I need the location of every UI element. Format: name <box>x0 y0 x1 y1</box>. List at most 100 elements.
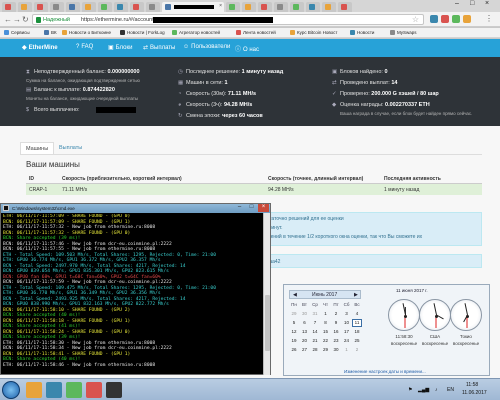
browser-tab[interactable]: × <box>82 2 96 12</box>
browser-tab[interactable]: × <box>114 2 128 12</box>
browser-tab[interactable]: × <box>338 2 352 12</box>
calendar-day[interactable]: 30 <box>300 310 310 318</box>
browser-tab[interactable]: × <box>226 2 240 12</box>
bookmark-star-icon[interactable]: ☆ <box>412 15 419 24</box>
calendar-day[interactable]: 9 <box>331 319 341 327</box>
calendar-day[interactable]: 20 <box>300 337 310 345</box>
extension-icon[interactable] <box>430 15 438 23</box>
nav-faq[interactable]: ? FAQ <box>76 44 93 50</box>
calendar-day[interactable]: 13 <box>300 328 310 336</box>
maximize-icon[interactable]: □ <box>470 0 474 7</box>
close-window-icon[interactable]: × <box>485 0 489 7</box>
calendar-day[interactable]: 3 <box>342 310 352 318</box>
bookmark-item[interactable]: Новости <box>350 30 374 35</box>
calendar-day[interactable]: 29 <box>321 346 331 354</box>
table-row[interactable]: CRAP-1 71.11 MH/s 94.28 MH/s 1 минуту на… <box>26 184 482 195</box>
taskbar-app-icon[interactable] <box>66 382 82 398</box>
browser-tab[interactable]: × <box>66 2 80 12</box>
maximize-icon[interactable]: □ <box>246 204 257 212</box>
cmd-window[interactable]: C:\Windows\system32\cmd.exe – □ × ETH: 0… <box>0 203 271 375</box>
close-icon[interactable]: × <box>258 204 269 212</box>
calendar-day[interactable]: 14 <box>310 328 320 336</box>
bookmark-item[interactable]: Лента новостей <box>236 30 276 35</box>
start-button[interactable] <box>2 381 20 399</box>
nav-blocks[interactable]: ▣ Блоки <box>108 44 132 51</box>
calendar-day[interactable]: 21 <box>310 337 320 345</box>
calendar-day[interactable]: 15 <box>321 328 331 336</box>
close-tab-icon[interactable]: × <box>219 3 222 9</box>
browser-tab[interactable]: × <box>322 2 336 12</box>
browser-tab[interactable]: × <box>258 2 272 12</box>
taskbar-app-icon[interactable] <box>26 382 42 398</box>
nav-users[interactable]: ☺ Пользователи <box>183 44 230 50</box>
network-icon[interactable]: ▂▄▆ <box>418 387 429 393</box>
taskbar-app-icon[interactable] <box>86 382 102 398</box>
extension-icon[interactable] <box>452 15 460 23</box>
calendar-day[interactable]: 27 <box>300 346 310 354</box>
calendar-day[interactable]: 4 <box>352 310 362 318</box>
calendar-day[interactable]: 30 <box>331 346 341 354</box>
scrollbar-thumb[interactable] <box>265 295 270 351</box>
url-input[interactable]: Надежный https://ethermine.ru/#/account/… <box>32 14 424 25</box>
bookmark-item[interactable]: MySwaps <box>390 30 417 35</box>
cmd-titlebar[interactable]: C:\Windows\system32\cmd.exe – □ × <box>1 204 270 213</box>
calendar-day[interactable]: 28 <box>310 346 320 354</box>
calendar-day[interactable]: 2 <box>352 346 362 354</box>
bookmark-item[interactable]: Агрегатор новостей <box>172 30 220 35</box>
browser-tab[interactable]: × <box>162 2 224 12</box>
calendar-day[interactable]: 1 <box>342 346 352 354</box>
taskbar-app-icon[interactable] <box>46 382 62 398</box>
forward-icon[interactable]: → <box>13 15 21 24</box>
calendar-day[interactable]: 26 <box>289 346 299 354</box>
calendar-day[interactable]: 7 <box>310 319 320 327</box>
calendar-day[interactable]: 23 <box>331 337 341 345</box>
browser-tab[interactable]: × <box>2 2 16 12</box>
extension-icon[interactable] <box>463 15 471 23</box>
reload-icon[interactable]: ↻ <box>22 15 29 24</box>
minimize-icon[interactable]: – <box>234 204 245 212</box>
scrollbar[interactable] <box>263 213 270 375</box>
browser-tab[interactable]: × <box>274 2 288 12</box>
calendar-day[interactable]: 17 <box>342 328 352 336</box>
prev-month-icon[interactable]: ◀ <box>293 292 297 298</box>
taskbar-date[interactable]: 11.06.2017 <box>462 390 487 396</box>
bookmark-item[interactable]: Новости о Биткоине <box>62 30 111 35</box>
calendar-day[interactable]: 10 <box>342 319 352 327</box>
browser-tab[interactable]: × <box>18 2 32 12</box>
browser-tab[interactable]: × <box>290 2 304 12</box>
browser-tab[interactable]: × <box>146 2 160 12</box>
extension-icon[interactable] <box>441 15 449 23</box>
calendar-day[interactable]: 18 <box>352 328 362 336</box>
nav-payouts[interactable]: ⇄ Выплаты <box>143 44 175 51</box>
browser-tab[interactable]: × <box>34 2 48 12</box>
bookmark-item[interactable]: Сервисы <box>4 30 30 35</box>
calendar-day[interactable]: 16 <box>331 328 341 336</box>
volume-icon[interactable]: ♪ <box>435 387 438 393</box>
change-datetime-link[interactable]: Изменение настроек даты и времени... <box>344 369 426 374</box>
calendar-day[interactable]: 31 <box>310 310 320 318</box>
tab-payouts[interactable]: Выплаты <box>54 142 87 154</box>
taskbar-time[interactable]: 11:58 <box>466 382 478 388</box>
calendar-day[interactable]: 19 <box>289 337 299 345</box>
bookmark-item[interactable]: Курс Bitcoin Новост <box>290 30 338 35</box>
month-title[interactable]: Июнь 2017 <box>312 292 337 298</box>
bookmark-item[interactable]: ВК <box>44 30 57 35</box>
col-id[interactable]: ID <box>29 176 34 182</box>
tab-workers[interactable]: Машины <box>20 142 55 154</box>
language-indicator[interactable]: EN <box>447 387 454 393</box>
calendar-day[interactable]: 6 <box>300 319 310 327</box>
calendar-day[interactable]: 8 <box>321 319 331 327</box>
browser-tab[interactable]: × <box>130 2 144 12</box>
calendar-day[interactable]: 25 <box>352 337 362 345</box>
calendar-day[interactable]: 12 <box>289 328 299 336</box>
col-last-seen[interactable]: Последняя активность <box>384 176 441 182</box>
browser-tab[interactable]: × <box>98 2 112 12</box>
calendar-day[interactable]: 1 <box>321 310 331 318</box>
calendar-day[interactable]: 22 <box>321 337 331 345</box>
calendar-day[interactable]: 29 <box>289 310 299 318</box>
next-month-icon[interactable]: ▶ <box>354 292 358 298</box>
nav-about[interactable]: ⓘ О нас <box>235 44 259 53</box>
col-long-hashrate[interactable]: Скорость (точнее, длинный интервал) <box>268 176 363 182</box>
brand-logo[interactable]: ◆ EtherMine <box>22 44 58 51</box>
back-icon[interactable]: ← <box>4 15 12 24</box>
